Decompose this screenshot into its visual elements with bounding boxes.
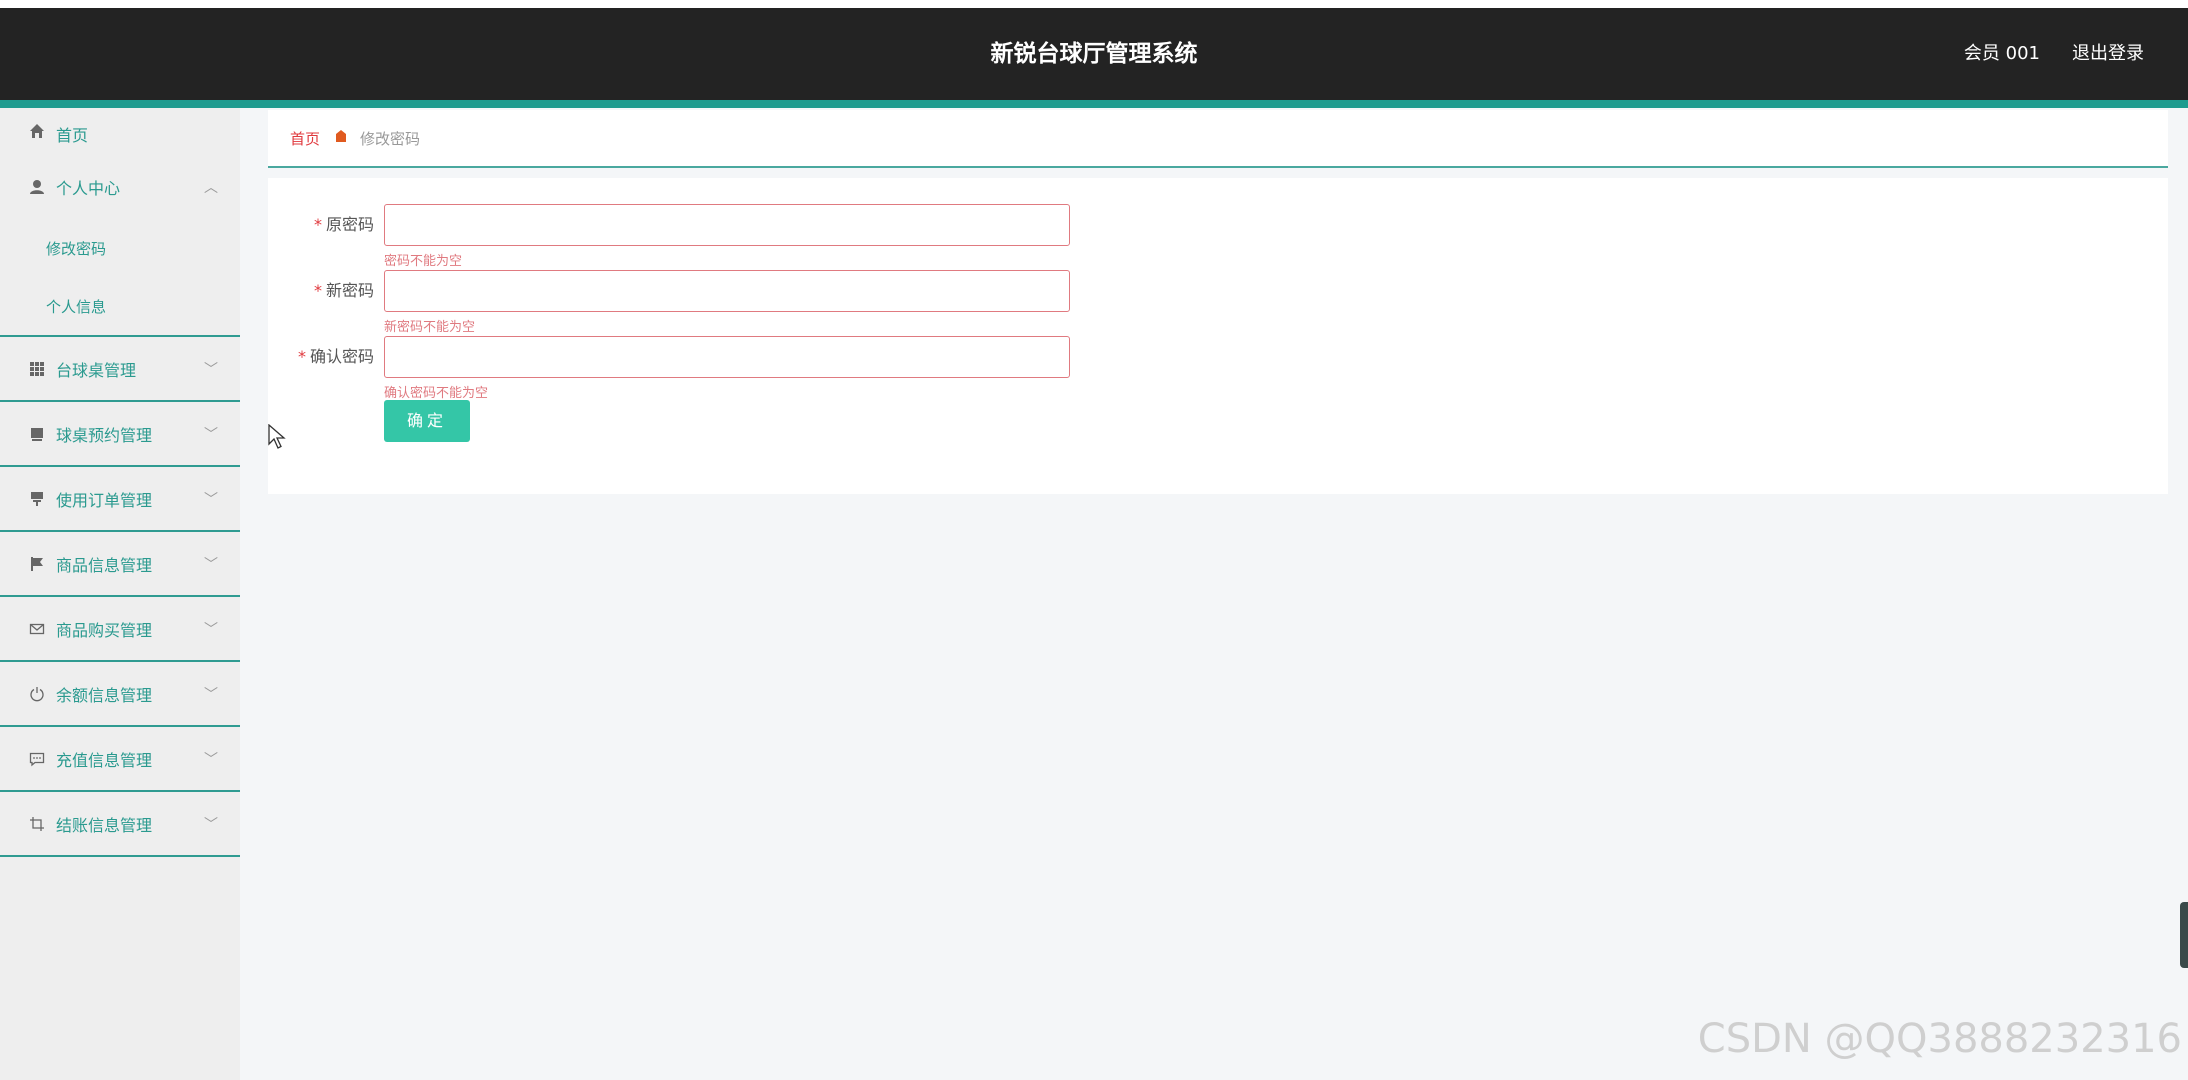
required-mark: * bbox=[313, 215, 322, 234]
chevron-up-icon: ︿ bbox=[204, 179, 218, 196]
app-title: 新锐台球厅管理系统 bbox=[990, 41, 1198, 67]
power-icon bbox=[28, 685, 46, 703]
old-password-input[interactable] bbox=[384, 204, 1070, 246]
sidebar-item-label: 球桌预约管理 bbox=[56, 425, 153, 445]
watermark: CSDN @QQ3888232316 bbox=[1697, 1016, 2182, 1062]
sidebar-item-label: 台球桌管理 bbox=[56, 360, 137, 380]
confirm-password-input[interactable] bbox=[384, 336, 1070, 378]
top-band bbox=[0, 0, 2188, 8]
sidebar-item-reservation-management[interactable]: 球桌预约管理 ﹀ bbox=[0, 402, 240, 467]
side-panel-handle[interactable] bbox=[2180, 902, 2188, 968]
mail-icon bbox=[28, 620, 46, 638]
breadcrumb-current: 修改密码 bbox=[360, 129, 421, 148]
form-label: * 新密码 bbox=[268, 270, 374, 312]
form-label: * 原密码 bbox=[268, 204, 374, 246]
sidebar-item-label: 商品信息管理 bbox=[56, 555, 153, 575]
new-password-label: 新密码 bbox=[325, 281, 374, 300]
sidebar-item-personal-center[interactable]: 个人中心 ︿ bbox=[0, 154, 240, 219]
new-password-input[interactable] bbox=[384, 270, 1070, 312]
form-row-new-password: * 新密码 新密码不能为空 bbox=[268, 270, 1168, 335]
new-password-error: 新密码不能为空 bbox=[384, 320, 476, 335]
sidebar-subitem-change-password[interactable]: 修改密码 bbox=[0, 219, 240, 277]
user-icon bbox=[28, 178, 46, 196]
sidebar-group-personal: 个人中心 ︿ 修改密码 个人信息 bbox=[0, 154, 240, 337]
sidebar-item-label: 充值信息管理 bbox=[56, 750, 153, 770]
chevron-down-icon: ﹀ bbox=[204, 426, 218, 443]
sidebar-item-label: 个人中心 bbox=[56, 178, 121, 198]
old-password-label: 原密码 bbox=[325, 215, 374, 234]
chat-icon bbox=[28, 750, 46, 768]
order-icon bbox=[28, 490, 46, 508]
chevron-down-icon: ﹀ bbox=[204, 686, 218, 703]
grid-icon bbox=[28, 360, 46, 378]
required-mark: * bbox=[313, 281, 322, 300]
sidebar-item-balance-management[interactable]: 余额信息管理 ﹀ bbox=[0, 662, 240, 727]
home-icon bbox=[28, 122, 46, 140]
breadcrumb-separator-icon bbox=[334, 129, 348, 147]
sidebar-item-label: 使用订单管理 bbox=[56, 490, 153, 510]
sidebar-item-label: 余额信息管理 bbox=[56, 685, 153, 705]
sidebar-item-label: 首页 bbox=[56, 126, 89, 145]
chevron-down-icon: ﹀ bbox=[204, 361, 218, 378]
old-password-error: 密码不能为空 bbox=[384, 254, 463, 269]
submit-button[interactable]: 确定 bbox=[384, 400, 470, 442]
confirm-password-label: 确认密码 bbox=[309, 347, 374, 366]
chevron-down-icon: ﹀ bbox=[204, 816, 218, 833]
calendar-icon bbox=[28, 425, 46, 443]
confirm-password-error: 确认密码不能为空 bbox=[384, 386, 489, 401]
breadcrumb: 首页 修改密码 bbox=[268, 110, 2168, 168]
form-label: * 确认密码 bbox=[268, 336, 374, 378]
sidebar: 首页 个人中心 ︿ 修改密码 个人信息 台球桌管理 ﹀ 球桌预约管理 ﹀ 使用订… bbox=[0, 108, 240, 1080]
logout-link[interactable]: 退出登录 bbox=[2072, 8, 2144, 100]
sidebar-item-label: 商品购买管理 bbox=[56, 620, 153, 640]
mouse-cursor-icon bbox=[268, 423, 286, 450]
required-mark: * bbox=[297, 347, 306, 366]
flag-icon bbox=[28, 555, 46, 573]
change-password-form: * 原密码 密码不能为空 * 新密码 新密码不能为空 * 确认密码 确认密码不能为空 … bbox=[268, 178, 2168, 494]
sidebar-item-home[interactable]: 首页 bbox=[0, 108, 240, 154]
sidebar-subitem-personal-info[interactable]: 个人信息 bbox=[0, 277, 240, 335]
sidebar-item-order-management[interactable]: 使用订单管理 ﹀ bbox=[0, 467, 240, 532]
crop-icon bbox=[28, 815, 46, 833]
main-content: 首页 修改密码 * 原密码 密码不能为空 * 新密码 新密码不能为空 * 确认密码 确… bbox=[240, 108, 2188, 1080]
form-row-old-password: * 原密码 密码不能为空 bbox=[268, 204, 1168, 269]
chevron-down-icon: ﹀ bbox=[204, 556, 218, 573]
breadcrumb-home[interactable]: 首页 bbox=[290, 128, 320, 149]
form-row-confirm-password: * 确认密码 确认密码不能为空 bbox=[268, 336, 1168, 401]
sidebar-item-purchase-management[interactable]: 商品购买管理 ﹀ bbox=[0, 597, 240, 662]
chevron-down-icon: ﹀ bbox=[204, 751, 218, 768]
chevron-down-icon: ﹀ bbox=[204, 621, 218, 638]
sidebar-item-checkout-management[interactable]: 结账信息管理 ﹀ bbox=[0, 792, 240, 857]
header-accent-bar bbox=[0, 100, 2188, 108]
sidebar-item-table-management[interactable]: 台球桌管理 ﹀ bbox=[0, 337, 240, 402]
sidebar-item-goods-management[interactable]: 商品信息管理 ﹀ bbox=[0, 532, 240, 597]
chevron-down-icon: ﹀ bbox=[204, 491, 218, 508]
sidebar-item-label: 结账信息管理 bbox=[56, 815, 153, 835]
sidebar-item-recharge-management[interactable]: 充值信息管理 ﹀ bbox=[0, 727, 240, 792]
user-name: 会员 001 bbox=[1963, 43, 2040, 64]
